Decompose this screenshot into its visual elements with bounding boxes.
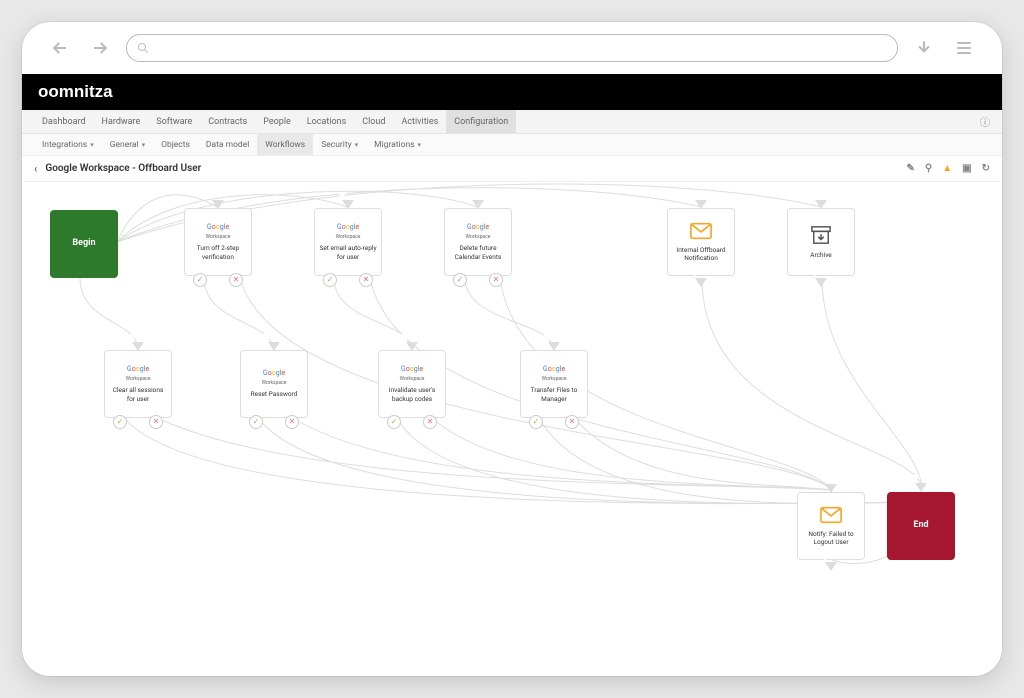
port-fail[interactable]: ✕	[149, 415, 163, 429]
google-logo-icon: Google	[263, 369, 285, 378]
device-frame: oomnitza Dashboard Hardware Software Con…	[22, 22, 1002, 676]
port-fail[interactable]: ✕	[359, 273, 373, 287]
port-fail[interactable]: ✕	[229, 273, 243, 287]
google-logo-icon: Google	[401, 365, 423, 374]
port-in	[268, 342, 280, 351]
chevron-down-icon: ▾	[355, 141, 359, 149]
tab-cloud[interactable]: Cloud	[354, 110, 393, 133]
port-out[interactable]	[815, 278, 827, 287]
download-icon[interactable]	[910, 34, 938, 62]
port-in	[472, 200, 484, 209]
node-begin[interactable]: Begin	[50, 210, 118, 278]
app-header: oomnitza	[22, 74, 1002, 110]
port-success[interactable]: ✓	[529, 415, 543, 429]
port-fail[interactable]: ✕	[285, 415, 299, 429]
port-success[interactable]: ✓	[113, 415, 127, 429]
port-success[interactable]: ✓	[453, 273, 467, 287]
subtab-migrations[interactable]: Migrations▾	[366, 134, 429, 155]
subtab-integrations[interactable]: Integrations▾	[34, 134, 102, 155]
port-in	[915, 483, 927, 492]
tab-contracts[interactable]: Contracts	[200, 110, 255, 133]
port-in	[212, 200, 224, 209]
help-icon[interactable]: ⓘ	[980, 114, 990, 129]
browser-back-button[interactable]	[46, 34, 74, 62]
mail-icon	[820, 506, 842, 526]
google-logo-icon: Google	[207, 223, 229, 232]
tab-activities[interactable]: Activities	[393, 110, 446, 133]
port-in	[825, 484, 837, 493]
subtab-data-model[interactable]: Data model	[198, 134, 257, 155]
workflow-canvas[interactable]: Begin Google Workspace Turn off 2-step v…	[22, 182, 1002, 676]
node-invalidate-backup[interactable]: Google Workspace Invalidate user's backu…	[378, 350, 446, 418]
subtab-workflows[interactable]: Workflows	[257, 134, 313, 155]
workflow-edges	[22, 182, 1002, 676]
port-fail[interactable]: ✕	[565, 415, 579, 429]
port-in	[132, 342, 144, 351]
back-button[interactable]: ‹	[34, 162, 37, 175]
port-in	[406, 342, 418, 351]
node-archive[interactable]: Archive	[787, 208, 855, 276]
port-success[interactable]: ✓	[387, 415, 401, 429]
chevron-down-icon: ▾	[142, 141, 146, 149]
app-logo: oomnitza	[38, 82, 113, 102]
edit-icon[interactable]: ✎	[907, 163, 915, 174]
port-success[interactable]: ✓	[323, 273, 337, 287]
tab-dashboard[interactable]: Dashboard	[34, 110, 94, 133]
node-label: Begin	[72, 238, 95, 249]
node-transfer-files[interactable]: Google Workspace Transfer Files to Manag…	[520, 350, 588, 418]
chevron-down-icon: ▾	[90, 141, 94, 149]
node-end[interactable]: End	[887, 492, 955, 560]
mail-icon	[690, 222, 712, 242]
port-fail[interactable]: ✕	[423, 415, 437, 429]
port-fail[interactable]: ✕	[489, 273, 503, 287]
tab-locations[interactable]: Locations	[299, 110, 354, 133]
tab-configuration[interactable]: Configuration	[446, 110, 516, 133]
port-success[interactable]: ✓	[193, 273, 207, 287]
secondary-nav: Integrations▾ General▾ Objects Data mode…	[22, 134, 1002, 156]
node-turn-off-2step[interactable]: Google Workspace Turn off 2-step verific…	[184, 208, 252, 276]
port-in	[548, 342, 560, 351]
port-out[interactable]	[695, 278, 707, 287]
chevron-down-icon: ▾	[418, 141, 422, 149]
node-notify-failed[interactable]: Notify: Failed to Logout User	[797, 492, 865, 560]
hamburger-menu-icon[interactable]	[950, 34, 978, 62]
page-title: Google Workspace - Offboard User	[45, 163, 201, 174]
node-clear-sessions[interactable]: Google Workspace Clear all sessions for …	[104, 350, 172, 418]
google-logo-icon: Google	[127, 365, 149, 374]
tab-software[interactable]: Software	[148, 110, 200, 133]
node-delete-calendar[interactable]: Google Workspace Delete future Calendar …	[444, 208, 512, 276]
archive-icon	[810, 225, 832, 247]
port-in	[695, 200, 707, 209]
port-in	[342, 200, 354, 209]
node-reset-password[interactable]: Google Workspace Reset Password ✓✕	[240, 350, 308, 418]
subtab-general[interactable]: General▾	[102, 134, 153, 155]
google-logo-icon: Google	[467, 223, 489, 232]
node-internal-offboard[interactable]: Internal Offboard Notification	[667, 208, 735, 276]
workflow-title-bar: ‹ Google Workspace - Offboard User ✎ ⚲ ▲…	[22, 156, 1002, 182]
link-icon[interactable]: ⚲	[925, 163, 932, 174]
port-out[interactable]	[825, 562, 837, 571]
history-icon[interactable]: ↻	[982, 163, 990, 174]
warning-icon[interactable]: ▲	[942, 163, 952, 174]
title-actions: ✎ ⚲ ▲ ▣ ↻	[907, 163, 990, 174]
browser-forward-button[interactable]	[86, 34, 114, 62]
port-success[interactable]: ✓	[249, 415, 263, 429]
browser-bar	[22, 22, 1002, 74]
search-icon	[137, 42, 149, 54]
primary-nav: Dashboard Hardware Software Contracts Pe…	[22, 110, 1002, 134]
tab-hardware[interactable]: Hardware	[94, 110, 149, 133]
port-in	[815, 200, 827, 209]
browser-address-bar[interactable]	[126, 34, 898, 62]
subtab-objects[interactable]: Objects	[153, 134, 198, 155]
node-label: End	[913, 520, 928, 531]
tab-people[interactable]: People	[255, 110, 299, 133]
panel-toggle-icon[interactable]: ▣	[962, 163, 971, 174]
google-logo-icon: Google	[337, 223, 359, 232]
subtab-security[interactable]: Security▾	[313, 134, 366, 155]
node-set-autoreply[interactable]: Google Workspace Set email auto-reply fo…	[314, 208, 382, 276]
google-logo-icon: Google	[543, 365, 565, 374]
